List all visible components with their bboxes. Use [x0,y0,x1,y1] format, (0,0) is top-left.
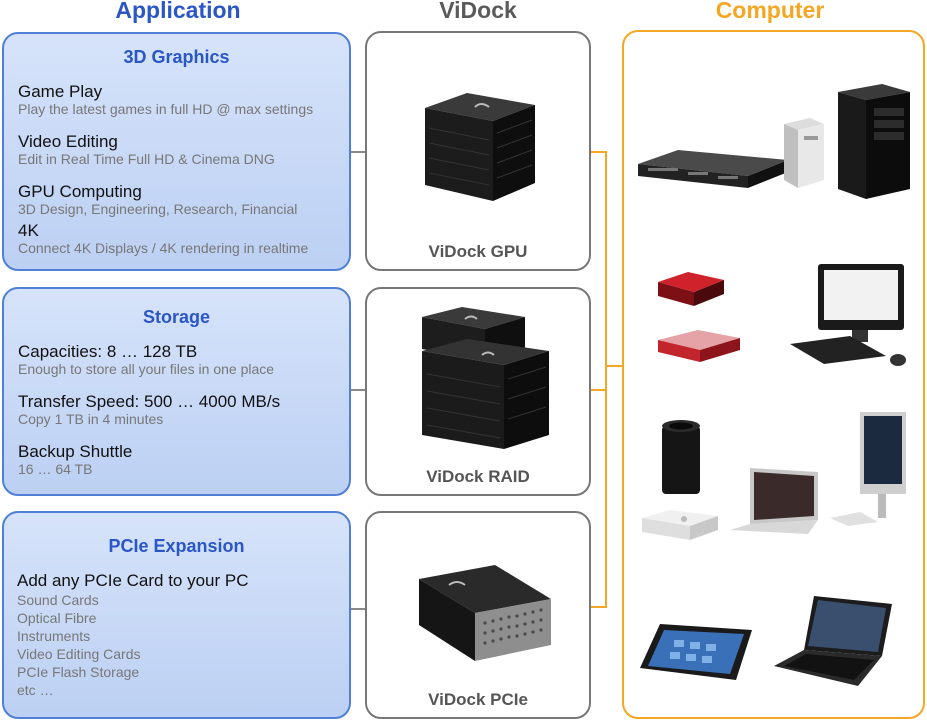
item-title: Add any PCIe Card to your PC [17,571,249,590]
item-title: Transfer Speed: 500 … 4000 MB/s [18,392,281,411]
connector-raid-bus [591,389,607,391]
storage-panel-title: Storage [142,307,211,327]
connector-pcie-bus [591,606,607,608]
pcie-headline: Add any PCIe Card to your PC [17,571,249,590]
connector-graphics [351,151,365,153]
list-item: Video Editing Cards [17,646,141,662]
pcie-panel-title: PCIe Expansion [108,536,245,556]
vidock-raid-label: ViDock RAID [426,467,530,486]
vidock-pcie-enclosure [419,565,551,661]
item-title: Capacities: 8 … 128 TB [18,342,198,361]
graphics-panel: 3D Graphics Game Play Play the latest ga… [2,32,351,271]
list-item: Instruments [17,628,91,644]
item-title: Game Play [18,82,103,101]
item-title: GPU Computing [18,182,142,201]
item-title: Backup Shuttle [18,442,133,461]
item-title: 4K [18,221,39,240]
vidock-gpu-label: ViDock GPU [428,242,528,261]
item-subtitle: 16 … 64 TB [18,461,93,477]
computer-panel [622,30,925,719]
vidock-gpu-panel: ViDock GPU [365,31,591,271]
list-item: etc … [17,682,54,698]
item-subtitle: Connect 4K Displays / 4K rendering in re… [18,240,309,256]
small-desktop-tower-icon [784,118,824,188]
connector-bus-vertical [605,151,607,608]
item-subtitle: Edit in Real Time Full HD & Cinema DNG [18,151,275,167]
mac-mini-icon [642,510,718,540]
all-in-one-pc-icon [790,264,906,366]
vidock-pcie-label: ViDock PCIe [428,690,528,709]
connector-gpu-bus [591,151,607,153]
graphics-panel-title: 3D Graphics [123,47,230,67]
connector-bus-computer [605,365,622,367]
macbook-icon [730,468,818,534]
item-subtitle: Enough to store all your files in one pl… [18,361,275,377]
vidock-raid-enclosure [422,307,549,449]
tower-pc-icon [838,84,910,199]
item-subtitle: 3D Design, Engineering, Research, Financ… [18,201,298,217]
mini-pc-red-icon [658,272,724,306]
computer-column-title: Computer [715,0,825,23]
graphics-item: 4K Connect 4K Displays / 4K rendering in… [18,221,308,257]
tablet-icon [640,624,752,680]
vidock-raid-panel: ViDock RAID [365,287,591,496]
vidock-pcie-panel: ViDock PCIe [365,511,591,719]
item-title: Video Editing [18,132,118,151]
item-subtitle: Copy 1 TB in 4 minutes [18,411,164,427]
application-column-title: Application [115,0,241,23]
list-item: PCIe Flash Storage [17,664,140,680]
connector-storage [351,389,365,391]
storage-item: Capacities: 8 … 128 TB Enough to store a… [18,342,274,378]
storage-item: Backup Shuttle 16 … 64 TB [18,442,132,478]
graphics-item: Game Play Play the latest games in full … [18,82,313,118]
storage-panel: Storage Capacities: 8 … 128 TB Enough to… [2,287,351,496]
item-subtitle: Play the latest games in full HD @ max s… [18,101,314,117]
mac-pro-icon [662,420,700,494]
mini-pc-red-flat-icon [658,330,740,362]
list-item: Sound Cards [17,592,99,608]
laptop-icon [774,596,892,686]
pcie-list: Sound Cards Optical Fibre Instruments Vi… [17,591,140,699]
graphics-item: Video Editing Edit in Real Time Full HD … [18,132,275,168]
graphics-item: GPU Computing 3D Design, Engineering, Re… [18,182,297,218]
vidock-column-title: ViDock [439,0,517,23]
vidock-gpu-enclosure [425,93,535,201]
imac-icon [830,412,906,526]
list-item: Optical Fibre [17,610,97,626]
connector-pcie [351,608,365,610]
storage-item: Transfer Speed: 500 … 4000 MB/s Copy 1 T… [18,392,280,428]
pcie-panel: PCIe Expansion Add any PCIe Card to your… [2,511,351,719]
rack-server-icon [638,150,788,188]
